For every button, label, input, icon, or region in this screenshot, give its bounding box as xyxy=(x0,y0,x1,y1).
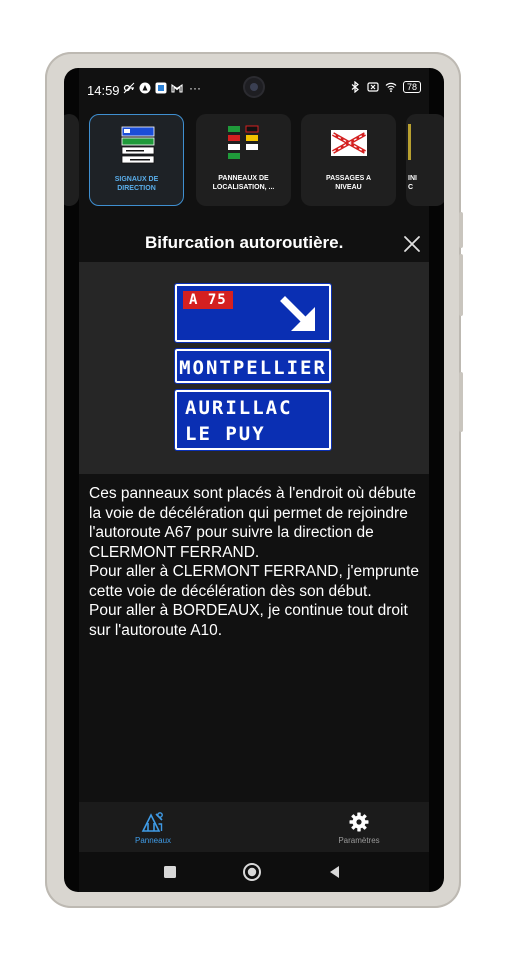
phone-screen: 14:59 ··· 78 SIGNAUX DE DIRECTION PANNEA… xyxy=(64,68,444,892)
localisation-signs-thumb xyxy=(228,125,259,159)
road-number-badge: A 75 xyxy=(183,291,233,309)
nav-label-parametres: Paramètres xyxy=(338,836,380,845)
sign-destination-montpellier: MONTPELLIER xyxy=(179,357,327,379)
close-icon[interactable] xyxy=(401,233,423,255)
vpn-key-icon xyxy=(123,82,135,94)
category-carousel[interactable]: SIGNAUX DE DIRECTION PANNEAUX DE LOCALIS… xyxy=(64,114,444,206)
wifi-icon xyxy=(385,82,397,93)
category-label: INI C xyxy=(408,175,417,191)
sign-panel-aurillac-le-puy: AURILLAC LE PUY xyxy=(174,389,332,451)
battery-indicator: 78 xyxy=(402,81,421,93)
category-card-localisation[interactable]: PANNEAUX DE LOCALISATION, ... xyxy=(196,114,291,206)
sign-description: Ces panneaux sont placés à l'endroit où … xyxy=(89,485,419,639)
status-bar: 14:59 ··· 78 xyxy=(79,68,429,108)
no-sim-icon xyxy=(367,82,379,92)
category-card-partial[interactable] xyxy=(64,114,79,206)
dialog-header: Bifurcation autoroutière. xyxy=(79,231,429,261)
gmail-icon xyxy=(171,83,183,93)
arrow-down-right-icon xyxy=(280,296,315,331)
dialog-title: Bifurcation autoroutière. xyxy=(145,233,344,252)
status-time: 14:59 xyxy=(87,83,120,98)
category-card-passages-niveau[interactable]: PASSAGES A NIVEAU xyxy=(301,114,396,206)
bluetooth-icon xyxy=(351,81,359,93)
power-button xyxy=(459,254,463,316)
nav-item-panneaux[interactable]: Panneaux xyxy=(103,808,203,852)
side-key xyxy=(459,372,463,432)
nav-label-panneaux: Panneaux xyxy=(134,836,172,845)
direction-signs-thumb xyxy=(121,126,155,164)
sign-panel-a75: A 75 xyxy=(174,283,332,343)
volume-button xyxy=(459,212,463,248)
back-icon[interactable] xyxy=(325,862,345,882)
gear-icon xyxy=(349,812,369,832)
front-camera xyxy=(245,78,263,96)
nav-item-parametres[interactable]: Paramètres xyxy=(309,808,409,852)
home-icon[interactable] xyxy=(242,862,262,882)
system-navigation-bar xyxy=(79,852,429,892)
road-signs-icon xyxy=(141,812,163,832)
more-notifications-indicator: ··· xyxy=(189,81,201,95)
level-crossing-thumb xyxy=(331,130,367,156)
category-card-partial-next[interactable]: INI C xyxy=(406,114,444,206)
partial-thumb xyxy=(408,124,411,160)
category-label: SIGNAUX DE DIRECTION xyxy=(114,176,159,192)
alert-circle-icon xyxy=(139,82,151,94)
app-view: 14:59 ··· 78 SIGNAUX DE DIRECTION PANNEA… xyxy=(64,68,444,892)
sign-panel-montpellier: MONTPELLIER xyxy=(174,348,332,384)
sign-illustration: A 75 MONTPELLIER AURILLAC LE PUY xyxy=(79,262,429,474)
app-square-icon xyxy=(155,82,167,94)
bottom-navigation: Panneaux Paramètres xyxy=(79,802,429,852)
category-label: PASSAGES A NIVEAU xyxy=(325,175,372,191)
category-label: PANNEAUX DE LOCALISATION, ... xyxy=(212,175,275,191)
category-card-signaux-direction[interactable]: SIGNAUX DE DIRECTION xyxy=(89,114,184,206)
recent-apps-icon[interactable] xyxy=(160,862,180,882)
sign-destination-aurillac: AURILLAC xyxy=(185,397,293,419)
sign-destination-le-puy: LE PUY xyxy=(185,423,266,445)
